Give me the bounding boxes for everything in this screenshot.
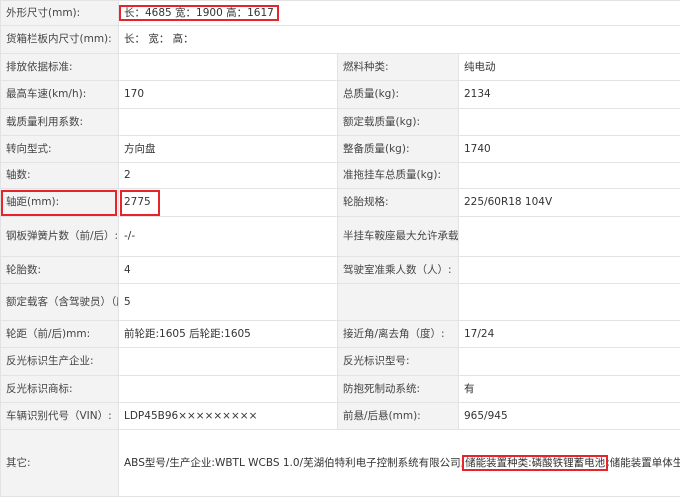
vehicle-spec-table: 外形尺寸(mm): 长：4685 宽：1900 高：1617 货箱栏板内尺寸(m… xyxy=(0,0,680,497)
value-tire-spec: 225/60R18 104V xyxy=(457,188,680,217)
label-load-utilization: 载质量利用系数: xyxy=(0,108,119,136)
label-abs-system: 防抱死制动系统: xyxy=(337,375,459,403)
label-total-mass: 总质量(kg): xyxy=(337,80,459,109)
value-reflector-maker xyxy=(118,347,338,376)
value-abs-system: 有 xyxy=(457,375,680,403)
table-row: 轮距（前/后)mm: 前轮距:1605 后轮距:1605 接近角/离去角（度）:… xyxy=(0,320,680,348)
label-cargo-box-dimensions: 货箱栏板内尺寸(mm): xyxy=(0,25,119,54)
label-reflector-brand: 反光标识商标: xyxy=(0,375,119,403)
table-row: 轴数: 2 准拖挂车总质量(kg): xyxy=(0,162,680,189)
table-row: 最高车速(km/h): 170 总质量(kg): 2134 xyxy=(0,80,680,109)
value-wheelbase: 2775 xyxy=(118,188,338,217)
label-max-speed: 最高车速(km/h): xyxy=(0,80,119,109)
label-reflector-model: 反光标识型号: xyxy=(337,347,459,376)
table-row: 反光标识生产企业: 反光标识型号: xyxy=(0,347,680,376)
other-text-abs: ABS型号/生产企业:WBTL WCBS 1.0/芜湖伯特利电子控制系统有限公司… xyxy=(124,456,465,469)
label-steering-type: 转向型式: xyxy=(0,135,119,163)
table-row: 额定载客（含驾驶员）（座位数）: 5 xyxy=(0,283,680,321)
value-overall-dimensions: 长：4685 宽：1900 高：1617 xyxy=(117,0,680,26)
value-steering-type: 方向盘 xyxy=(118,135,338,163)
label-empty-1 xyxy=(337,283,459,321)
value-curb-mass: 1740 xyxy=(457,135,680,163)
value-rated-load xyxy=(457,108,680,136)
value-empty-1 xyxy=(457,283,680,321)
label-tire-spec: 轮胎规格: xyxy=(337,188,459,217)
value-track-width: 前轮距:1605 后轮距:1605 xyxy=(118,320,338,348)
value-leaf-spring-count: -/- xyxy=(118,216,338,257)
label-fifth-wheel-load: 半挂车鞍座最大允许承载质量(kg): xyxy=(337,216,459,257)
label-rated-load: 额定载质量(kg): xyxy=(337,108,459,136)
label-other: 其它: xyxy=(0,429,119,497)
value-reflector-brand xyxy=(118,375,338,403)
label-emission-standard: 排放依据标准: xyxy=(0,53,119,81)
label-cab-occupancy: 驾驶室准乘人数（人）: xyxy=(337,256,459,284)
label-wheelbase: 轴距(mm): xyxy=(0,188,119,217)
label-vin: 车辆识别代号（VIN）: xyxy=(0,402,119,430)
value-trailer-mass xyxy=(457,162,680,189)
table-row: 排放依据标准: 燃料种类: 纯电动 xyxy=(0,53,680,81)
value-vin: LDP45B96××××××××× xyxy=(118,402,338,430)
value-total-mass: 2134 xyxy=(457,80,680,109)
value-tire-count: 4 xyxy=(118,256,338,284)
label-tire-count: 轮胎数: xyxy=(0,256,119,284)
table-row: 货箱栏板内尺寸(mm): 长： 宽： 高： xyxy=(0,25,680,54)
value-overhang: 965/945 xyxy=(457,402,680,430)
label-track-width: 轮距（前/后)mm: xyxy=(0,320,119,348)
value-approach-departure-angle: 17/24 xyxy=(457,320,680,348)
table-row: 轴距(mm): 2775 轮胎规格: 225/60R18 104V xyxy=(0,188,680,217)
label-approach-departure-angle: 接近角/离去角（度）: xyxy=(337,320,459,348)
label-leaf-spring-count: 钢板弹簧片数（前/后）: xyxy=(0,216,119,257)
table-row: 反光标识商标: 防抱死制动系统: 有 xyxy=(0,375,680,403)
value-reflector-model xyxy=(457,347,680,376)
other-text-rest: ;储能装置单体生产企业:中创新航科技集团股份有限公司;储能装置总成生产企业:中创… xyxy=(606,456,679,469)
table-row: 轮胎数: 4 驾驶室准乘人数（人）: xyxy=(0,256,680,284)
table-row: 其它: ABS型号/生产企业:WBTL WCBS 1.0/芜湖伯特利电子控制系统… xyxy=(0,429,680,497)
label-curb-mass: 整备质量(kg): xyxy=(337,135,459,163)
value-max-speed: 170 xyxy=(118,80,338,109)
table-row: 钢板弹簧片数（前/后）: -/- 半挂车鞍座最大允许承载质量(kg): xyxy=(0,216,680,257)
value-fuel-type: 纯电动 xyxy=(457,53,680,81)
highlight-box-battery-type: 储能装置种类:磷酸铁锂蓄电池 xyxy=(462,454,609,471)
label-fuel-type: 燃料种类: xyxy=(337,53,459,81)
table-row: 车辆识别代号（VIN）: LDP45B96××××××××× 前悬/后悬(mm)… xyxy=(0,402,680,430)
value-fifth-wheel-load xyxy=(457,216,680,257)
value-cab-occupancy xyxy=(457,256,680,284)
value-emission-standard xyxy=(118,53,338,81)
label-reflector-maker: 反光标识生产企业: xyxy=(0,347,119,376)
table-row: 外形尺寸(mm): 长：4685 宽：1900 高：1617 xyxy=(0,0,680,26)
value-other: ABS型号/生产企业:WBTL WCBS 1.0/芜湖伯特利电子控制系统有限公司… xyxy=(117,429,680,497)
label-trailer-mass: 准拖挂车总质量(kg): xyxy=(337,162,459,189)
value-load-utilization xyxy=(118,108,338,136)
highlight-box-dimensions: 长：4685 宽：1900 高：1617 xyxy=(119,4,279,21)
label-overhang: 前悬/后悬(mm): xyxy=(337,402,459,430)
label-rated-passengers: 额定载客（含驾驶员）（座位数）: xyxy=(0,283,119,321)
table-row: 载质量利用系数: 额定载质量(kg): xyxy=(0,108,680,136)
value-cargo-box-dimensions: 长： 宽： 高： xyxy=(117,25,680,54)
label-overall-dimensions: 外形尺寸(mm): xyxy=(0,0,119,26)
value-axle-count: 2 xyxy=(118,162,338,189)
table-row: 转向型式: 方向盘 整备质量(kg): 1740 xyxy=(0,135,680,163)
value-rated-passengers: 5 xyxy=(118,283,338,321)
label-axle-count: 轴数: xyxy=(0,162,119,189)
